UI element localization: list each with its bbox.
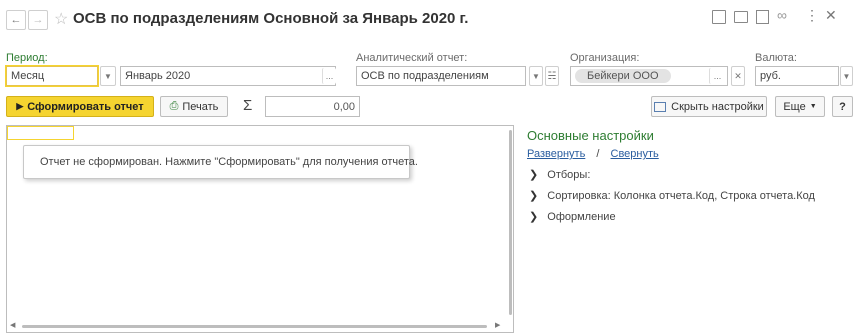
period-choose-button[interactable]: ... xyxy=(322,68,336,84)
period-select[interactable]: Месяц xyxy=(6,66,98,86)
link-icon[interactable]: ∞ xyxy=(777,7,787,23)
settings-item-appearance[interactable]: ❯ Оформление xyxy=(529,210,616,223)
period-dropdown-icon[interactable]: ▼ xyxy=(100,66,116,86)
save-icon[interactable] xyxy=(712,10,726,24)
preview-icon[interactable] xyxy=(756,10,769,24)
print-button[interactable]: ⎙ Печать xyxy=(160,96,228,117)
settings-panel-icon xyxy=(654,101,667,112)
report-message: Отчет не сформирован. Нажмите "Сформиров… xyxy=(40,156,418,168)
forward-button[interactable]: → xyxy=(28,10,48,30)
printer-icon: ⎙ xyxy=(169,100,179,112)
period-label: Период: xyxy=(6,52,48,64)
play-icon: ▶ xyxy=(16,101,24,111)
period-date-input[interactable]: Январь 2020 xyxy=(120,66,336,86)
organization-label: Организация: xyxy=(570,52,640,64)
forward-arrow-icon: → xyxy=(32,14,44,26)
hide-settings-label: Скрыть настройки xyxy=(671,100,764,113)
organization-clear-icon[interactable]: ✕ xyxy=(731,66,745,86)
page-title: ОСВ по подразделениям Основной за Январь… xyxy=(73,10,469,27)
period-value: Месяц xyxy=(11,70,45,82)
back-button[interactable]: ← xyxy=(6,10,26,30)
print-icon[interactable] xyxy=(734,11,748,23)
sum-value: 0,00 xyxy=(333,100,355,113)
settings-links: Развернуть / Свернуть xyxy=(527,148,659,160)
hide-settings-button[interactable]: Скрыть настройки xyxy=(651,96,767,117)
generate-report-label: Сформировать отчет xyxy=(27,100,144,113)
analytic-report-value: ОСВ по подразделениям xyxy=(361,70,489,82)
more-button[interactable]: Еще ▼ xyxy=(775,96,825,117)
horizontal-scrollbar[interactable] xyxy=(22,325,487,328)
organization-choose-button[interactable]: ... xyxy=(709,68,725,84)
help-button[interactable]: ? xyxy=(832,96,853,117)
settings-item-label: Оформление xyxy=(547,211,616,223)
chevron-right-icon: ❯ xyxy=(529,190,539,202)
chevron-right-icon: ❯ xyxy=(529,169,539,181)
scroll-left-icon[interactable]: ◀ xyxy=(10,321,15,329)
settings-item-sorting[interactable]: ❯ Сортировка: Колонка отчета.Код, Строка… xyxy=(529,189,815,202)
analytic-report-label: Аналитический отчет: xyxy=(356,52,468,64)
sum-icon: Σ xyxy=(243,97,253,114)
scroll-right-icon[interactable]: ▶ xyxy=(495,321,500,329)
favorite-star-icon[interactable]: ☆ xyxy=(54,9,68,29)
links-separator: / xyxy=(596,148,600,160)
report-message-box: Отчет не сформирован. Нажмите "Сформиров… xyxy=(23,145,418,179)
settings-title: Основные настройки xyxy=(527,128,654,143)
analytic-open-icon[interactable]: ☵ xyxy=(545,66,559,86)
vertical-scrollbar[interactable] xyxy=(509,130,512,315)
back-arrow-icon: ← xyxy=(10,14,22,26)
collapse-link[interactable]: Свернуть xyxy=(611,148,659,160)
generate-report-button[interactable]: ▶ Сформировать отчет xyxy=(6,96,154,117)
organization-chip[interactable]: Бейкери ООО xyxy=(575,69,671,83)
sum-field: 0,00 xyxy=(265,96,360,117)
organization-field[interactable]: Бейкери ООО xyxy=(570,66,728,86)
currency-field[interactable]: руб. xyxy=(755,66,839,86)
settings-item-label: Отборы: xyxy=(547,169,591,181)
currency-label: Валюта: xyxy=(755,52,797,64)
period-date-value: Январь 2020 xyxy=(125,70,191,82)
analytic-report-select[interactable]: ОСВ по подразделениям xyxy=(356,66,526,86)
analytic-dropdown-icon[interactable]: ▼ xyxy=(529,66,543,86)
more-icon[interactable]: ⋮ xyxy=(805,7,819,24)
currency-value: руб. xyxy=(760,70,781,82)
chevron-right-icon: ❯ xyxy=(529,211,539,223)
print-label: Печать xyxy=(182,100,219,113)
close-icon[interactable]: ✕ xyxy=(825,7,837,24)
settings-item-filters[interactable]: ❯ Отборы: xyxy=(529,168,590,181)
chevron-down-icon: ▼ xyxy=(809,103,817,110)
expand-link[interactable]: Развернуть xyxy=(527,148,585,160)
active-cell[interactable] xyxy=(7,126,74,140)
settings-item-label: Сортировка: Колонка отчета.Код, Строка о… xyxy=(547,190,815,202)
help-label: ? xyxy=(839,100,846,113)
currency-dropdown-icon[interactable]: ▼ xyxy=(840,66,853,86)
more-label: Еще xyxy=(783,100,806,113)
